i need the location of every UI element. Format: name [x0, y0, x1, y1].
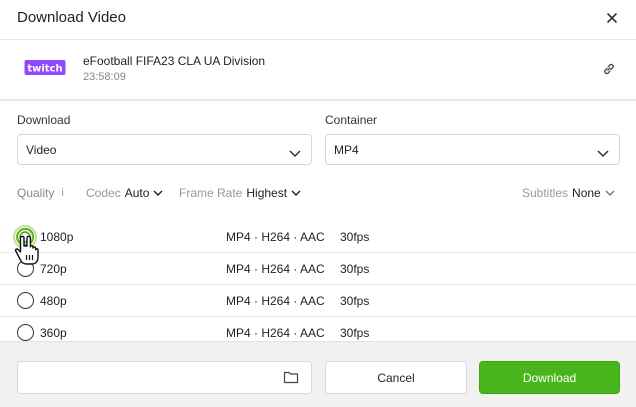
fps-label: 30fps [340, 326, 370, 340]
close-icon[interactable] [604, 10, 620, 26]
format-label: MP4 · H264 · AAC [226, 230, 325, 244]
media-title: eFootball FIFA23 CLA UA Division [83, 54, 266, 68]
frame-rate-label: Frame Rate [179, 186, 243, 200]
chevron-down-icon [153, 190, 163, 196]
quality-label: Quality [17, 186, 55, 200]
cancel-button[interactable]: Cancel [325, 361, 467, 394]
twitch-logo-text: twitch [27, 64, 62, 75]
dialog-footer: Cancel Download [0, 341, 636, 407]
media-duration: 23:58:09 [83, 71, 126, 83]
chevron-down-icon [597, 145, 609, 158]
quality-list: 1080p MP4 · H264 · AAC 30fps 720p MP4 · … [0, 221, 636, 341]
resolution-label: 480p [40, 294, 67, 308]
link-icon[interactable] [602, 62, 616, 76]
folder-icon[interactable] [283, 370, 299, 384]
quality-row-720p[interactable]: 720p MP4 · H264 · AAC 30fps [0, 253, 636, 285]
twitch-logo-icon: twitch [24, 58, 66, 78]
resolution-label: 360p [40, 326, 67, 340]
subtitles-label: Subtitles [522, 186, 569, 200]
quality-row-480p[interactable]: 480p MP4 · H264 · AAC 30fps [0, 285, 636, 317]
frame-rate-dropdown[interactable]: Frame Rate Highest [179, 186, 301, 200]
dialog-title: Download Video [17, 9, 126, 26]
save-path-input[interactable] [17, 361, 312, 394]
dialog-header: Download Video [0, 0, 636, 40]
frame-rate-value: Highest [246, 186, 288, 200]
format-label: MP4 · H264 · AAC [226, 326, 325, 340]
radio-button[interactable] [17, 292, 34, 309]
download-type-label: Download [17, 113, 71, 127]
chevron-down-icon [289, 145, 301, 158]
download-type-value: Video [26, 143, 57, 157]
fps-label: 30fps [340, 230, 370, 244]
media-info: twitch eFootball FIFA23 CLA UA Division … [0, 40, 636, 99]
download-button[interactable]: Download [479, 361, 620, 394]
codec-dropdown[interactable]: Codec Auto [86, 186, 163, 200]
info-icon[interactable]: i [61, 187, 63, 199]
quality-row-360p[interactable]: 360p MP4 · H264 · AAC 30fps [0, 317, 636, 341]
codec-label: Codec [86, 186, 121, 200]
options-row: Quality i Codec Auto Frame Rate Highest … [0, 183, 636, 203]
quality-row-1080p[interactable]: 1080p MP4 · H264 · AAC 30fps [0, 221, 636, 253]
chevron-down-icon [605, 190, 615, 196]
codec-value: Auto [124, 186, 150, 200]
container-value: MP4 [334, 143, 359, 157]
container-select[interactable]: MP4 [325, 134, 620, 165]
format-label: MP4 · H264 · AAC [226, 262, 325, 276]
hand-cursor-icon [12, 224, 46, 268]
format-label: MP4 · H264 · AAC [226, 294, 325, 308]
fps-label: 30fps [340, 294, 370, 308]
fps-label: 30fps [340, 262, 370, 276]
section-divider [0, 99, 636, 101]
download-type-select[interactable]: Video [17, 134, 312, 165]
chevron-down-icon [291, 190, 301, 196]
subtitles-value: None [572, 186, 601, 200]
container-label: Container [325, 113, 378, 127]
radio-button[interactable] [17, 324, 34, 341]
quality-heading: Quality i [17, 186, 64, 200]
subtitles-dropdown[interactable]: Subtitles None [522, 186, 615, 200]
